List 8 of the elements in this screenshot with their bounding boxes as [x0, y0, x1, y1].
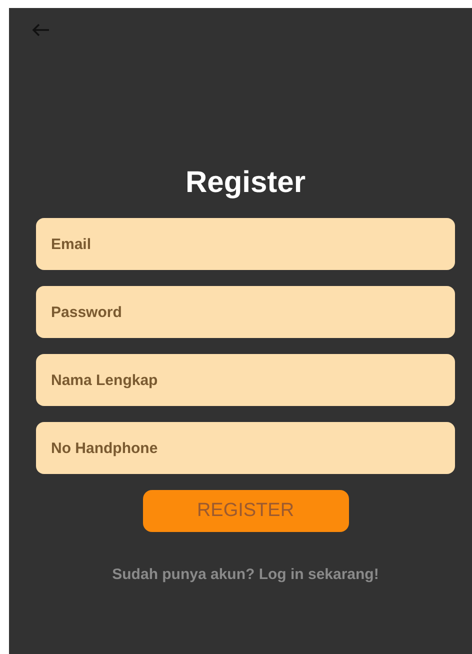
input-field[interactable]: Password — [36, 286, 455, 338]
back-arrow-icon[interactable] — [32, 23, 50, 37]
register-button[interactable]: REGISTER — [142, 490, 348, 532]
login-link[interactable]: Sudah punya akun? Log in sekarang! — [36, 564, 455, 586]
input-field[interactable]: Email — [36, 218, 455, 270]
input-field[interactable]: Nama Lengkap — [36, 354, 455, 406]
input-field[interactable]: No Handphone — [36, 422, 455, 474]
page-title: Register — [184, 166, 307, 199]
